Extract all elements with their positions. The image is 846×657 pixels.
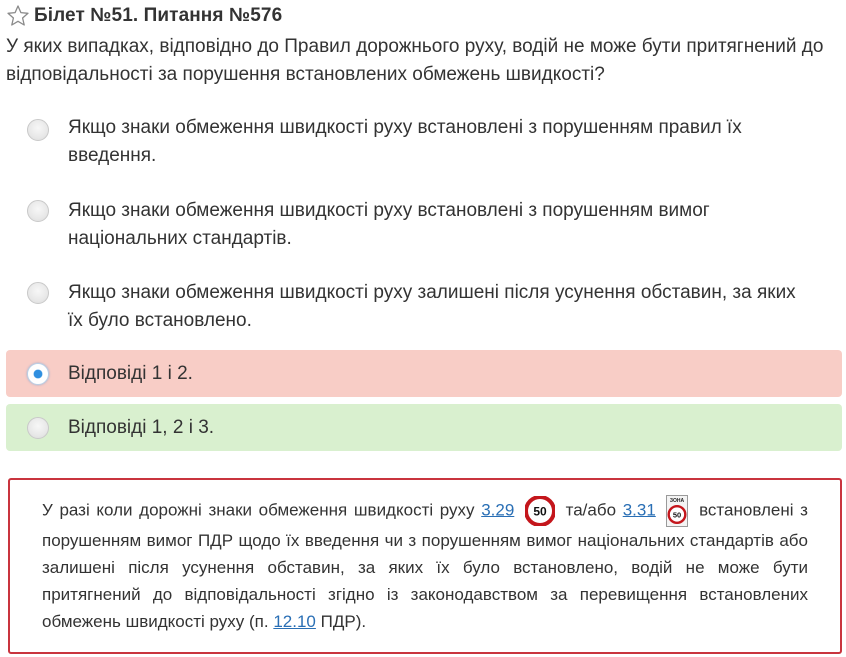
svg-text:50: 50 [533, 505, 547, 519]
speed-limit-sign-icon: 50 [524, 496, 555, 526]
ticket-title: Білет №51. Питання №576 [34, 5, 283, 26]
star-outline-icon[interactable] [6, 4, 30, 28]
radio-button[interactable] [27, 417, 49, 439]
answer-option-3[interactable]: Якщо знаки обмеження швидкості руху зали… [6, 277, 842, 343]
answer-label: Відповіді 1, 2 і 3. [68, 417, 215, 438]
link-sign-3-29[interactable]: 3.29 [481, 500, 514, 519]
question-header: Білет №51. Питання №576 [6, 3, 282, 29]
answer-option-1[interactable]: Якщо знаки обмеження швидкості руху вста… [6, 112, 842, 178]
svg-text:50: 50 [673, 510, 681, 519]
link-sign-3-31[interactable]: 3.31 [623, 500, 656, 519]
answer-label: Якщо знаки обмеження швидкості руху зали… [68, 282, 796, 331]
answer-option-2[interactable]: Якщо знаки обмеження швидкості руху вста… [6, 195, 842, 261]
radio-button[interactable] [27, 200, 49, 222]
explanation-text: У разі коли дорожні знаки обмеження швид… [42, 495, 808, 635]
answer-label: Якщо знаки обмеження швидкості руху вста… [68, 117, 742, 166]
svg-text:ЗОНА: ЗОНА [670, 498, 685, 504]
radio-button-selected[interactable] [27, 363, 49, 385]
speed-zone-sign-icon: ЗОНА 50 [666, 495, 689, 527]
answer-label: Відповіді 1 і 2. [68, 363, 193, 384]
radio-button[interactable] [27, 282, 49, 304]
link-rule-12-10[interactable]: 12.10 [273, 612, 316, 631]
answer-option-4-wrong[interactable]: Відповіді 1 і 2. [6, 350, 842, 397]
question-text: У яких випадках, відповідно до Правил до… [6, 36, 824, 85]
explanation-box: У разі коли дорожні знаки обмеження швид… [8, 478, 842, 654]
answer-label: Якщо знаки обмеження швидкості руху вста… [68, 200, 710, 249]
radio-button[interactable] [27, 119, 49, 141]
answer-option-5-correct[interactable]: Відповіді 1, 2 і 3. [6, 404, 842, 451]
